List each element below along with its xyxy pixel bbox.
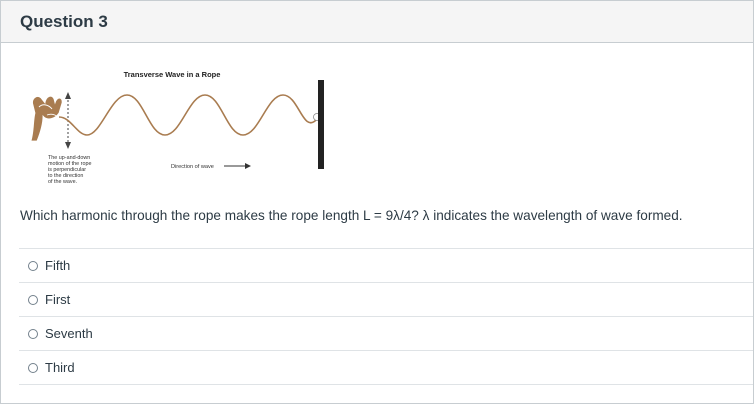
answer-label: Fifth [45,258,71,273]
answer-label: Third [45,360,75,375]
direction-label: Direction of wave [171,164,214,170]
question-header: Question 3 [1,1,753,43]
motion-note: The up-and-down motion of the rope is pe… [48,155,91,185]
hand-icon [30,95,63,142]
answer-option-fifth[interactable]: Fifth [19,248,753,282]
motion-note-line: of the wave. [48,179,77,185]
question-title: Question 3 [20,11,108,31]
answer-label: First [45,292,71,307]
answer-option-seventh[interactable]: Seventh [19,316,753,350]
wave-figure: Transverse Wave in a Rope The up-and-dow… [19,63,349,203]
wall [318,80,324,169]
answer-list: Fifth First Seventh Third [19,248,753,385]
wave-diagram: Transverse Wave in a Rope The up-and-dow… [30,70,324,185]
radio-icon[interactable] [28,294,38,305]
direction-arrow-icon [224,163,251,169]
question-prompt: Which harmonic through the rope makes th… [20,208,683,223]
answer-option-first[interactable]: First [19,282,753,316]
figure-title: Transverse Wave in a Rope [124,70,221,79]
radio-icon[interactable] [28,362,38,373]
radio-icon[interactable] [28,260,38,271]
answer-label: Seventh [45,326,93,341]
radio-icon[interactable] [28,328,38,339]
rope-wave [58,94,320,136]
answer-option-third[interactable]: Third [19,350,753,385]
question-card: Question 3 Transverse Wave in a Rope The… [0,0,754,404]
